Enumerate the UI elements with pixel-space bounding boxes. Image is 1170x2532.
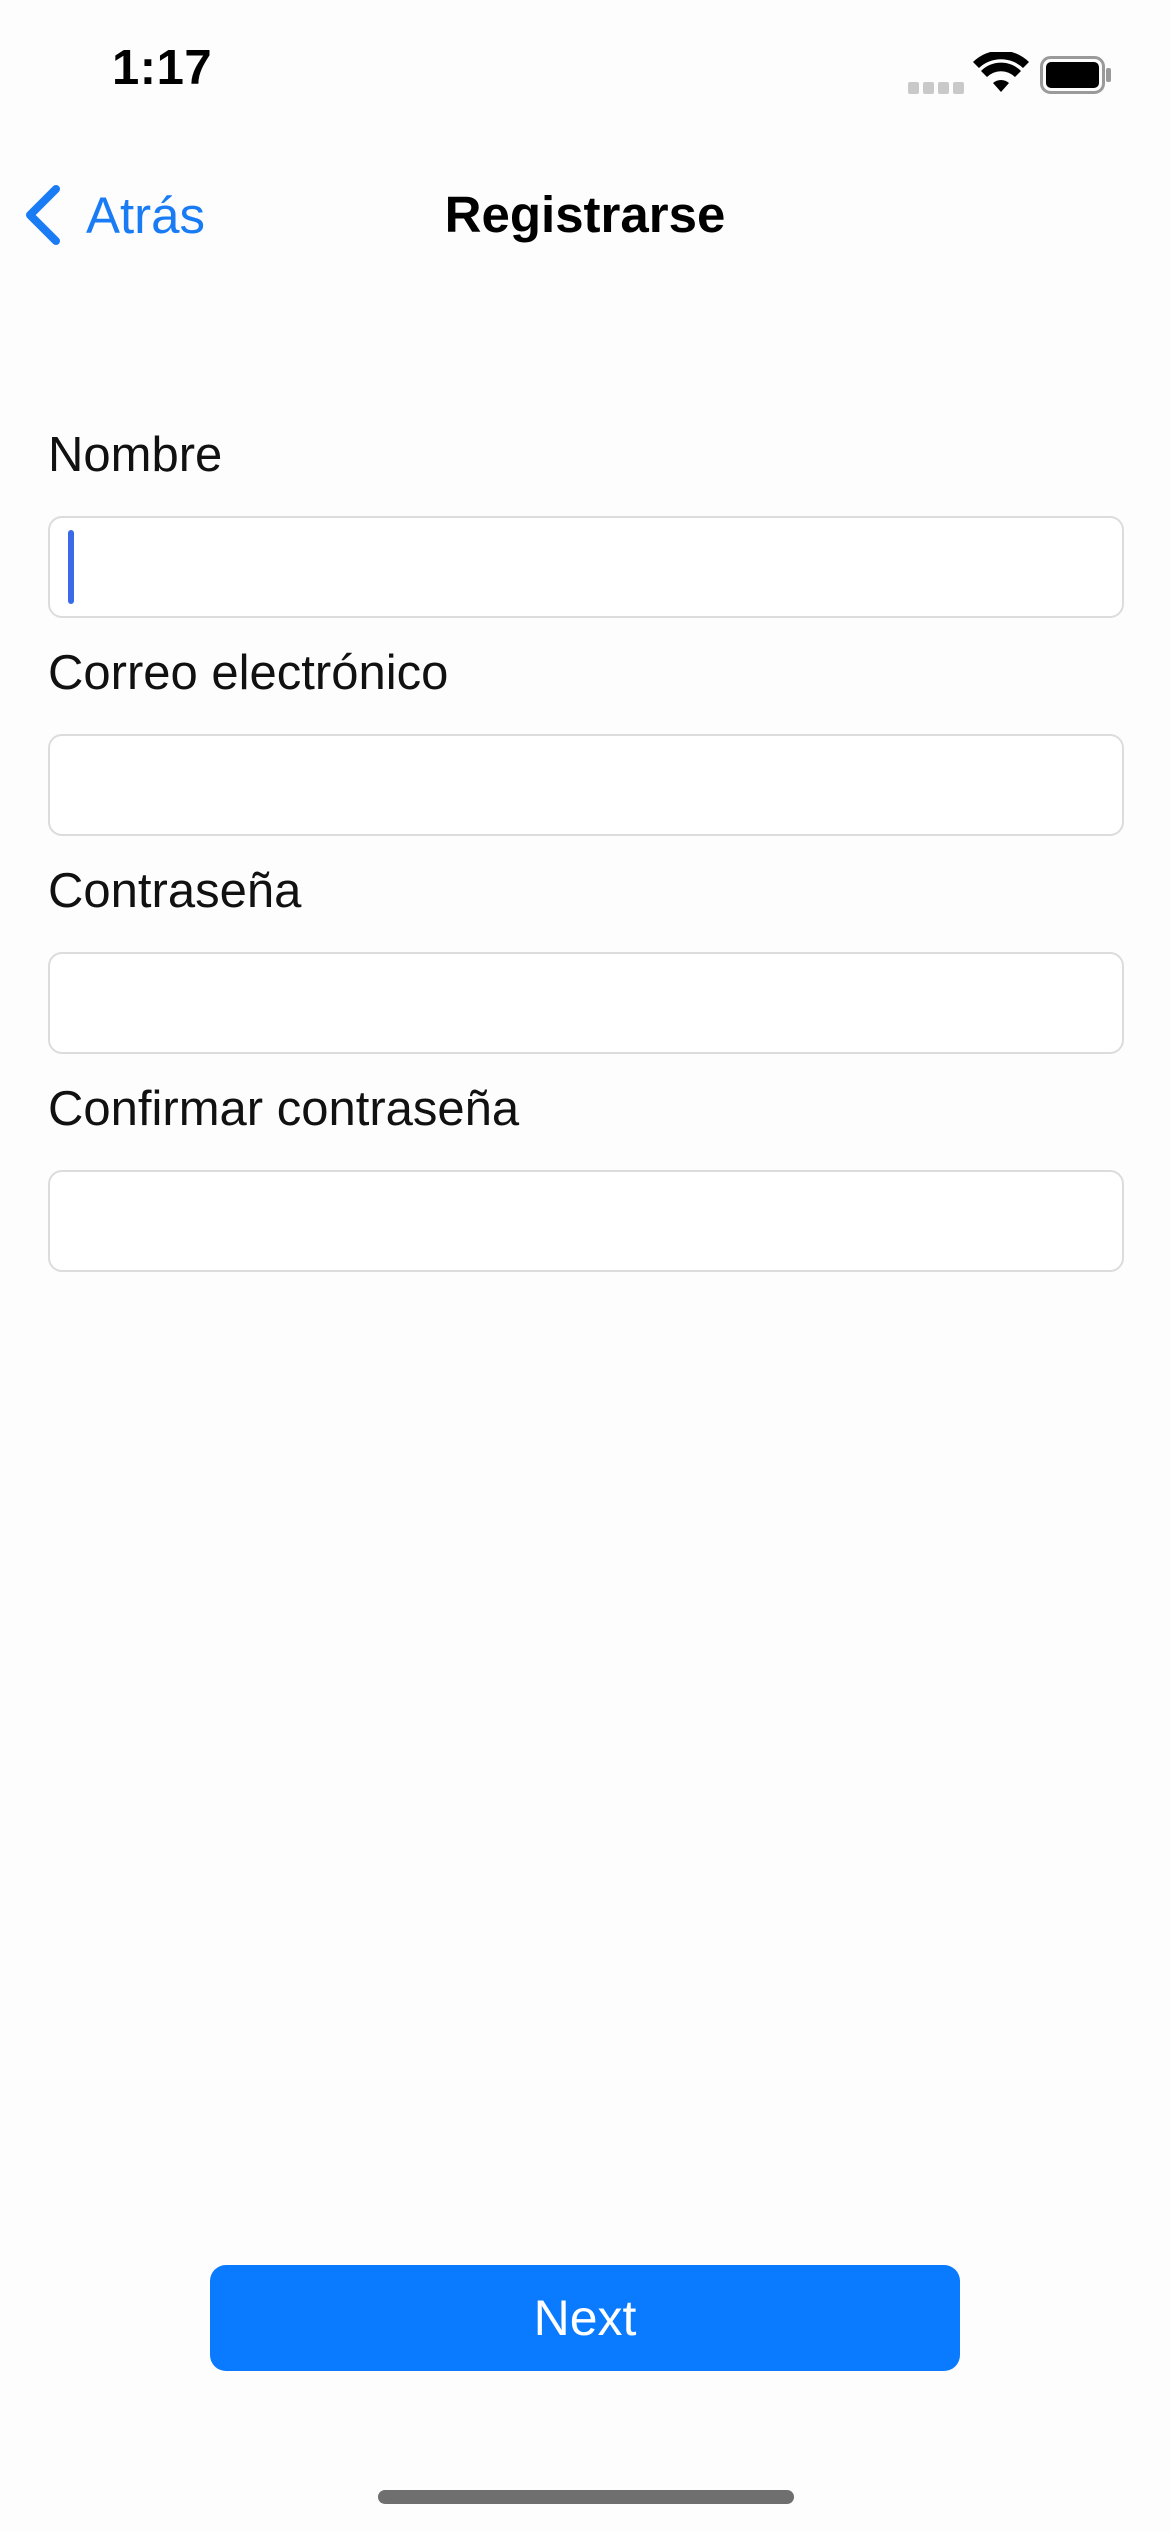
navigation-bar: Atrás Registrarse bbox=[0, 150, 1170, 270]
password-label: Contraseña bbox=[48, 864, 302, 918]
page-title: Registrarse bbox=[444, 186, 726, 243]
name-field-wrapper bbox=[48, 516, 1124, 618]
confirm-password-field-group: Confirmar contraseña bbox=[48, 1074, 1124, 1292]
signup-form: Nombre Correo electrónico Contraseña Con… bbox=[48, 420, 1124, 1292]
text-cursor bbox=[68, 530, 74, 604]
email-input[interactable] bbox=[48, 734, 1124, 836]
battery-icon bbox=[1040, 56, 1111, 94]
status-time: 1:17 bbox=[112, 41, 213, 95]
email-label: Correo electrónico bbox=[48, 646, 449, 700]
password-input[interactable] bbox=[48, 952, 1124, 1054]
confirm-password-input[interactable] bbox=[48, 1170, 1124, 1272]
signup-screen: 1:17 Atrás Registrarse Nombre Correo ele… bbox=[0, 0, 1170, 2532]
wifi-icon bbox=[973, 52, 1029, 92]
password-field-group: Contraseña bbox=[48, 856, 1124, 1074]
email-field-group: Correo electrónico bbox=[48, 638, 1124, 856]
confirm-password-label: Confirmar contraseña bbox=[48, 1082, 520, 1136]
name-input[interactable] bbox=[48, 516, 1124, 618]
home-indicator[interactable] bbox=[378, 2490, 794, 2504]
next-button[interactable]: Next bbox=[210, 2265, 960, 2371]
cellular-signal-icon bbox=[908, 82, 964, 94]
name-label: Nombre bbox=[48, 428, 223, 482]
status-bar: 1:17 bbox=[0, 0, 1170, 150]
name-field-group: Nombre bbox=[48, 420, 1124, 638]
